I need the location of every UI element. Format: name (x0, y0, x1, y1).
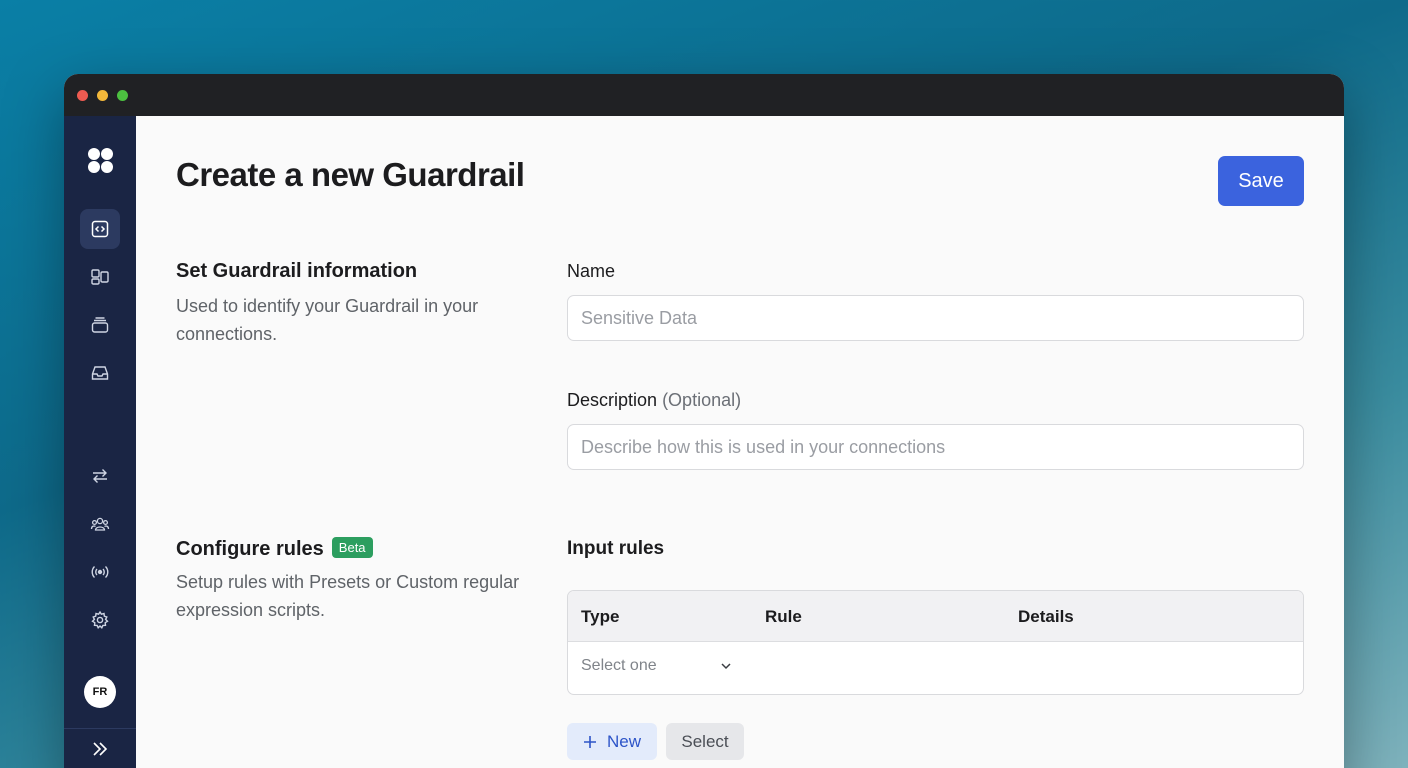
nav-inbox[interactable] (80, 353, 120, 393)
input-rules-title: Input rules (567, 538, 665, 559)
rules-section-description: Setup rules with Presets or Custom regul… (176, 572, 520, 620)
rules-section-title-text: Configure rules (176, 538, 324, 560)
info-section-description: Used to identify your Guardrail in your … (176, 296, 479, 344)
chevron-down-icon (721, 663, 731, 670)
nav-settings[interactable] (80, 600, 120, 640)
name-label: Name (567, 261, 616, 281)
nav-users[interactable] (80, 504, 120, 544)
gear-icon (91, 610, 109, 630)
info-section-title: Set Guardrail information (176, 260, 418, 282)
description-label-text: Description (567, 390, 658, 410)
column-rule: Rule (765, 607, 802, 626)
users-icon (90, 517, 110, 531)
inbox-icon (91, 366, 109, 380)
description-input[interactable] (567, 424, 1304, 470)
minimize-window-button[interactable] (97, 90, 108, 101)
new-rule-button[interactable]: New (567, 723, 657, 760)
plus-icon (583, 735, 596, 748)
column-details: Details (1018, 607, 1074, 626)
nav-code[interactable] (80, 209, 120, 249)
rules-section-title: Configure rules Beta (176, 537, 373, 561)
save-button[interactable]: Save (1218, 156, 1304, 206)
app-window: FR Create a new Guardrail Save Set Guard… (64, 74, 1344, 768)
sidebar: FR (64, 116, 136, 768)
new-rule-label: New (606, 731, 641, 751)
layout-icon (91, 269, 109, 285)
broadcast-icon (91, 566, 109, 578)
maximize-window-button[interactable] (117, 90, 128, 101)
page-title: Create a new Guardrail (176, 156, 525, 193)
type-select-placeholder: Select one (581, 657, 657, 674)
main-content: Create a new Guardrail Save Set Guardrai… (136, 116, 1344, 768)
type-select[interactable]: Select one (581, 657, 733, 675)
arrows-icon (93, 469, 107, 483)
nav-transfers[interactable] (80, 456, 120, 496)
code-icon (91, 220, 109, 238)
nav-stack[interactable] (80, 305, 120, 345)
beta-badge: Beta (331, 537, 373, 558)
input-rules-table: Type Rule Details Select one (567, 590, 1304, 695)
optional-hint: (Optional) (662, 390, 742, 410)
select-rule-button[interactable]: Select (666, 723, 744, 760)
name-input[interactable] (567, 295, 1304, 341)
double-chevron-right-icon (93, 741, 108, 756)
description-label: Description (Optional) (567, 390, 741, 411)
app-logo-icon[interactable] (85, 146, 115, 176)
column-type: Type (581, 607, 620, 626)
close-window-button[interactable] (77, 90, 88, 101)
window-titlebar (64, 74, 1344, 116)
stack-icon (91, 317, 109, 333)
table-header: Type Rule Details (568, 591, 1303, 642)
user-avatar[interactable]: FR (84, 676, 116, 708)
nav-layout[interactable] (80, 257, 120, 297)
collapse-sidebar-button[interactable] (64, 728, 136, 768)
nav-broadcast[interactable] (80, 552, 120, 592)
